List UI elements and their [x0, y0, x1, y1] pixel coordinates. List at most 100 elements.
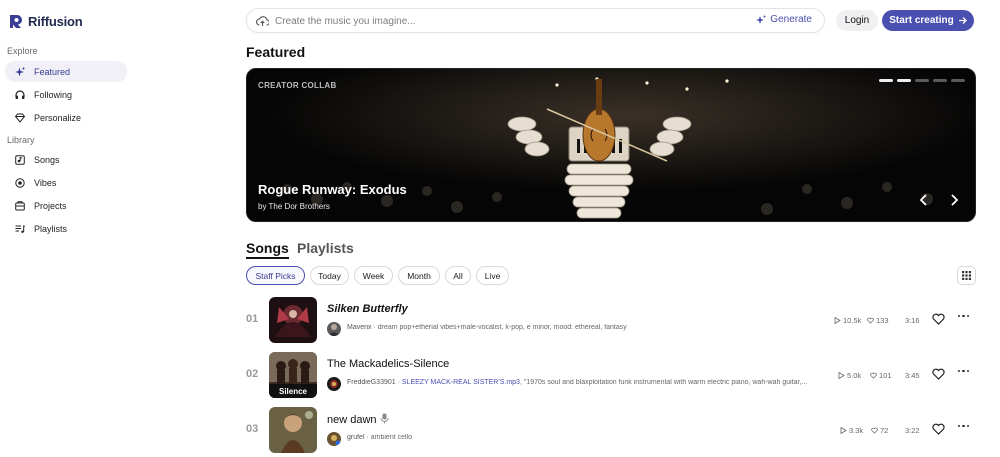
featured-banner[interactable]: CREATOR COLLAB Rogue Runway: Exodus by T… — [246, 68, 976, 222]
diamond-icon — [15, 113, 25, 123]
song-author[interactable]: grufel — [347, 434, 365, 441]
play-count: 10.5k — [834, 316, 861, 325]
play-icon — [838, 372, 845, 379]
sidebar-item-label: Following — [34, 89, 73, 100]
sidebar-item-playlists[interactable]: Playlists — [5, 218, 127, 239]
generate-button[interactable]: Generate — [756, 14, 812, 25]
song-description: ambient cello — [370, 434, 412, 441]
like-count: 133 — [867, 316, 889, 325]
heart-icon[interactable] — [932, 423, 945, 435]
like-count: 101 — [870, 371, 892, 380]
slide-dot-1[interactable] — [879, 79, 893, 82]
play-icon — [840, 427, 847, 434]
filter-today[interactable]: Today — [310, 266, 349, 285]
song-duration: 3:16 — [905, 316, 920, 325]
grid-icon — [962, 271, 971, 280]
play-count-value: 3.3k — [849, 426, 864, 435]
sidebar-item-featured[interactable]: Featured — [5, 61, 127, 82]
sidebar-item-label: Projects — [34, 200, 67, 211]
slide-dot-5[interactable] — [951, 79, 965, 82]
filter-all[interactable]: All — [445, 266, 471, 285]
sidebar-item-songs[interactable]: Songs — [5, 149, 127, 170]
sidebar-item-label: Songs — [34, 154, 60, 165]
heart-outline-icon — [871, 427, 878, 434]
sidebar-item-personalize[interactable]: Personalize — [5, 107, 127, 128]
cloud-upload-icon[interactable] — [256, 15, 269, 27]
song-cover[interactable]: Silence — [269, 352, 317, 398]
song-row[interactable]: 01 Silken Butterfly Maverix · dream pop+… — [246, 297, 976, 347]
song-rank: 03 — [246, 423, 259, 435]
vibes-icon — [15, 177, 25, 188]
more-options-icon[interactable] — [958, 315, 970, 318]
song-cover[interactable] — [269, 297, 317, 343]
more-options-icon[interactable] — [958, 370, 970, 373]
like-count-value: 101 — [879, 371, 892, 380]
filter-week[interactable]: Week — [354, 266, 393, 285]
create-prompt-input[interactable] — [275, 13, 695, 29]
song-author[interactable]: FreddieG33901 — [347, 379, 396, 386]
slide-dot-3[interactable] — [915, 79, 929, 82]
sidebar-item-following[interactable]: Following — [5, 84, 127, 105]
folder-icon — [15, 200, 25, 210]
featured-tag: CREATOR COLLAB — [258, 81, 337, 90]
sparkle-icon — [756, 15, 766, 24]
sidebar-item-label: Personalize — [34, 112, 82, 123]
filter-month[interactable]: Month — [398, 266, 440, 285]
chevron-right-icon[interactable] — [947, 193, 961, 207]
chevron-left-icon[interactable] — [917, 193, 931, 207]
filter-live[interactable]: Live — [476, 266, 509, 285]
heart-outline-icon — [867, 317, 874, 324]
user-avatar[interactable] — [327, 432, 341, 446]
start-creating-label: Start creating — [889, 15, 954, 26]
heart-icon[interactable] — [932, 368, 945, 380]
create-search-bar: Generate — [246, 8, 825, 33]
tab-playlists[interactable]: Playlists — [297, 240, 354, 256]
featured-title[interactable]: Rogue Runway: Exodus — [258, 182, 407, 197]
song-cover[interactable] — [269, 407, 317, 453]
tab-songs[interactable]: Songs — [246, 240, 289, 259]
generate-label: Generate — [770, 14, 812, 25]
grid-view-button[interactable] — [957, 266, 976, 285]
song-rank: 01 — [246, 313, 259, 325]
song-row[interactable]: 02 Silence The Mackadelics-Silence Fredd… — [246, 352, 976, 402]
sidebar-item-label: Playlists — [34, 223, 68, 234]
song-duration: 3:45 — [905, 371, 920, 380]
like-count: 72 — [871, 426, 888, 435]
sidebar-item-label: Featured — [34, 66, 71, 77]
slide-dot-2[interactable] — [897, 79, 911, 82]
section-label-library: Library — [7, 135, 35, 145]
song-row[interactable]: 03 new dawn grufel · ambient cello 3.3k … — [246, 407, 976, 457]
riffusion-logo-icon — [10, 15, 22, 28]
login-button[interactable]: Login — [836, 10, 878, 31]
sidebar-item-vibes[interactable]: Vibes — [5, 172, 127, 193]
featured-heading: Featured — [246, 44, 306, 60]
song-meta: grufel · ambient cello — [347, 434, 412, 441]
song-title[interactable]: Silken Butterfly — [327, 303, 408, 315]
more-options-icon[interactable] — [958, 425, 970, 428]
logo[interactable]: Riffusion — [8, 13, 83, 29]
start-creating-button[interactable]: Start creating — [882, 10, 974, 31]
headphones-icon — [15, 89, 25, 99]
featured-artwork — [247, 69, 975, 221]
sidebar: Riffusion Explore Featured Following Per… — [0, 0, 134, 457]
sidebar-item-projects[interactable]: Projects — [5, 195, 127, 216]
slide-dot-4[interactable] — [933, 79, 947, 82]
like-count-value: 72 — [880, 426, 889, 435]
user-avatar[interactable] — [327, 377, 341, 391]
song-title-text: new dawn — [327, 414, 377, 426]
sidebar-item-label: Vibes — [34, 177, 57, 188]
microphone-icon — [380, 413, 389, 424]
song-title[interactable]: The Mackadelics-Silence — [327, 358, 449, 370]
user-avatar[interactable] — [327, 322, 341, 336]
featured-byline[interactable]: by The Dor Brothers — [258, 202, 330, 211]
song-duration: 3:22 — [905, 426, 920, 435]
song-title[interactable]: new dawn — [327, 413, 389, 426]
song-author[interactable]: Maverix — [347, 324, 372, 331]
filter-staff-picks[interactable]: Staff Picks — [246, 266, 305, 285]
song-source-link[interactable]: SLEEZY MACK-REAL SISTER'S.mp3 — [402, 379, 520, 386]
song-rank: 02 — [246, 368, 259, 380]
music-box-icon — [15, 154, 25, 165]
song-description: dream pop+etherial vibes+male-vocalist, … — [377, 324, 627, 331]
heart-icon[interactable] — [932, 313, 945, 325]
heart-outline-icon — [870, 372, 877, 379]
